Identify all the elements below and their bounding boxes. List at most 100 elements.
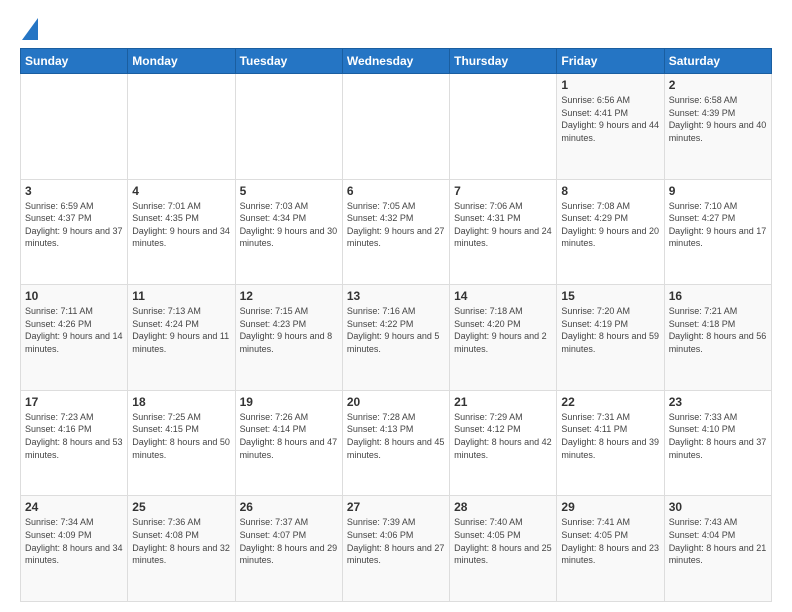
calendar-cell: 25 Sunrise: 7:36 AM Sunset: 4:08 PM Dayli…: [128, 496, 235, 602]
calendar-week-1: 1 Sunrise: 6:56 AM Sunset: 4:41 PM Daylig…: [21, 74, 772, 180]
day-info: Sunrise: 7:11 AM Sunset: 4:26 PM Dayligh…: [25, 305, 123, 355]
calendar-cell: 8 Sunrise: 7:08 AM Sunset: 4:29 PM Daylig…: [557, 179, 664, 285]
calendar-cell: 6 Sunrise: 7:05 AM Sunset: 4:32 PM Daylig…: [342, 179, 449, 285]
day-number: 20: [347, 395, 445, 409]
day-info: Sunrise: 7:01 AM Sunset: 4:35 PM Dayligh…: [132, 200, 230, 250]
day-number: 12: [240, 289, 338, 303]
day-number: 10: [25, 289, 123, 303]
calendar-cell: [342, 74, 449, 180]
calendar-cell: 13 Sunrise: 7:16 AM Sunset: 4:22 PM Dayli…: [342, 285, 449, 391]
day-info: Sunrise: 6:59 AM Sunset: 4:37 PM Dayligh…: [25, 200, 123, 250]
day-info: Sunrise: 7:39 AM Sunset: 4:06 PM Dayligh…: [347, 516, 445, 566]
calendar-cell: [21, 74, 128, 180]
calendar-cell: 30 Sunrise: 7:43 AM Sunset: 4:04 PM Dayli…: [664, 496, 771, 602]
calendar-cell: 23 Sunrise: 7:33 AM Sunset: 4:10 PM Dayli…: [664, 390, 771, 496]
day-info: Sunrise: 7:36 AM Sunset: 4:08 PM Dayligh…: [132, 516, 230, 566]
day-info: Sunrise: 7:15 AM Sunset: 4:23 PM Dayligh…: [240, 305, 338, 355]
calendar-cell: 9 Sunrise: 7:10 AM Sunset: 4:27 PM Daylig…: [664, 179, 771, 285]
day-number: 25: [132, 500, 230, 514]
day-number: 27: [347, 500, 445, 514]
logo: [20, 16, 38, 40]
calendar-week-2: 3 Sunrise: 6:59 AM Sunset: 4:37 PM Daylig…: [21, 179, 772, 285]
calendar-cell: 27 Sunrise: 7:39 AM Sunset: 4:06 PM Dayli…: [342, 496, 449, 602]
day-info: Sunrise: 7:10 AM Sunset: 4:27 PM Dayligh…: [669, 200, 767, 250]
day-number: 5: [240, 184, 338, 198]
day-info: Sunrise: 7:34 AM Sunset: 4:09 PM Dayligh…: [25, 516, 123, 566]
weekday-header-tuesday: Tuesday: [235, 49, 342, 74]
day-number: 14: [454, 289, 552, 303]
day-number: 22: [561, 395, 659, 409]
weekday-header-wednesday: Wednesday: [342, 49, 449, 74]
day-info: Sunrise: 7:18 AM Sunset: 4:20 PM Dayligh…: [454, 305, 552, 355]
day-info: Sunrise: 7:16 AM Sunset: 4:22 PM Dayligh…: [347, 305, 445, 355]
day-info: Sunrise: 7:20 AM Sunset: 4:19 PM Dayligh…: [561, 305, 659, 355]
calendar-cell: 10 Sunrise: 7:11 AM Sunset: 4:26 PM Dayli…: [21, 285, 128, 391]
day-info: Sunrise: 7:03 AM Sunset: 4:34 PM Dayligh…: [240, 200, 338, 250]
calendar-week-5: 24 Sunrise: 7:34 AM Sunset: 4:09 PM Dayli…: [21, 496, 772, 602]
calendar-cell: 26 Sunrise: 7:37 AM Sunset: 4:07 PM Dayli…: [235, 496, 342, 602]
calendar-cell: 2Sunrise: 6:58 AM Sunset: 4:39 PM Daylig…: [664, 74, 771, 180]
calendar-cell: [450, 74, 557, 180]
calendar-cell: 5 Sunrise: 7:03 AM Sunset: 4:34 PM Daylig…: [235, 179, 342, 285]
day-info: Sunrise: 7:40 AM Sunset: 4:05 PM Dayligh…: [454, 516, 552, 566]
calendar-cell: 21 Sunrise: 7:29 AM Sunset: 4:12 PM Dayli…: [450, 390, 557, 496]
day-info: Sunrise: 7:33 AM Sunset: 4:10 PM Dayligh…: [669, 411, 767, 461]
day-info: Sunrise: 7:43 AM Sunset: 4:04 PM Dayligh…: [669, 516, 767, 566]
weekday-header-thursday: Thursday: [450, 49, 557, 74]
logo-triangle-icon: [22, 18, 38, 40]
calendar-cell: [235, 74, 342, 180]
day-number: 6: [347, 184, 445, 198]
day-number: 21: [454, 395, 552, 409]
calendar-cell: 22 Sunrise: 7:31 AM Sunset: 4:11 PM Dayli…: [557, 390, 664, 496]
day-info: Sunrise: 7:31 AM Sunset: 4:11 PM Dayligh…: [561, 411, 659, 461]
calendar-cell: [128, 74, 235, 180]
calendar-cell: 29 Sunrise: 7:41 AM Sunset: 4:05 PM Dayli…: [557, 496, 664, 602]
day-info: Sunrise: 7:29 AM Sunset: 4:12 PM Dayligh…: [454, 411, 552, 461]
day-number: 18: [132, 395, 230, 409]
day-number: 16: [669, 289, 767, 303]
weekday-header-monday: Monday: [128, 49, 235, 74]
day-info: Sunrise: 7:06 AM Sunset: 4:31 PM Dayligh…: [454, 200, 552, 250]
day-info: Sunrise: 7:26 AM Sunset: 4:14 PM Dayligh…: [240, 411, 338, 461]
calendar-week-3: 10 Sunrise: 7:11 AM Sunset: 4:26 PM Dayli…: [21, 285, 772, 391]
day-number: 28: [454, 500, 552, 514]
day-info: Sunrise: 7:05 AM Sunset: 4:32 PM Dayligh…: [347, 200, 445, 250]
day-info: Sunrise: 6:58 AM Sunset: 4:39 PM Dayligh…: [669, 94, 767, 144]
calendar-cell: 17Sunrise: 7:23 AM Sunset: 4:16 PM Dayli…: [21, 390, 128, 496]
calendar-week-4: 17Sunrise: 7:23 AM Sunset: 4:16 PM Dayli…: [21, 390, 772, 496]
day-info: Sunrise: 6:56 AM Sunset: 4:41 PM Dayligh…: [561, 94, 659, 144]
day-number: 3: [25, 184, 123, 198]
day-info: Sunrise: 7:28 AM Sunset: 4:13 PM Dayligh…: [347, 411, 445, 461]
day-number: 8: [561, 184, 659, 198]
calendar-cell: 7 Sunrise: 7:06 AM Sunset: 4:31 PM Daylig…: [450, 179, 557, 285]
header: [20, 16, 772, 40]
day-info: Sunrise: 7:37 AM Sunset: 4:07 PM Dayligh…: [240, 516, 338, 566]
calendar-cell: 4Sunrise: 7:01 AM Sunset: 4:35 PM Daylig…: [128, 179, 235, 285]
calendar-body: 1 Sunrise: 6:56 AM Sunset: 4:41 PM Daylig…: [21, 74, 772, 602]
calendar-cell: 18Sunrise: 7:25 AM Sunset: 4:15 PM Dayli…: [128, 390, 235, 496]
day-info: Sunrise: 7:23 AM Sunset: 4:16 PM Dayligh…: [25, 411, 123, 461]
day-info: Sunrise: 7:41 AM Sunset: 4:05 PM Dayligh…: [561, 516, 659, 566]
day-number: 30: [669, 500, 767, 514]
day-number: 1: [561, 78, 659, 92]
calendar-cell: 20 Sunrise: 7:28 AM Sunset: 4:13 PM Dayli…: [342, 390, 449, 496]
day-number: 9: [669, 184, 767, 198]
calendar-cell: 24 Sunrise: 7:34 AM Sunset: 4:09 PM Dayli…: [21, 496, 128, 602]
weekday-header-saturday: Saturday: [664, 49, 771, 74]
weekday-header-row: SundayMondayTuesdayWednesdayThursdayFrid…: [21, 49, 772, 74]
calendar-cell: 19Sunrise: 7:26 AM Sunset: 4:14 PM Dayli…: [235, 390, 342, 496]
day-number: 23: [669, 395, 767, 409]
weekday-header-friday: Friday: [557, 49, 664, 74]
day-number: 26: [240, 500, 338, 514]
day-number: 24: [25, 500, 123, 514]
day-number: 13: [347, 289, 445, 303]
calendar-cell: 16Sunrise: 7:21 AM Sunset: 4:18 PM Dayli…: [664, 285, 771, 391]
calendar-table: SundayMondayTuesdayWednesdayThursdayFrid…: [20, 48, 772, 602]
day-info: Sunrise: 7:08 AM Sunset: 4:29 PM Dayligh…: [561, 200, 659, 250]
day-number: 11: [132, 289, 230, 303]
day-number: 7: [454, 184, 552, 198]
calendar-header: SundayMondayTuesdayWednesdayThursdayFrid…: [21, 49, 772, 74]
calendar-cell: 15Sunrise: 7:20 AM Sunset: 4:19 PM Dayli…: [557, 285, 664, 391]
day-number: 29: [561, 500, 659, 514]
calendar-cell: 1 Sunrise: 6:56 AM Sunset: 4:41 PM Daylig…: [557, 74, 664, 180]
